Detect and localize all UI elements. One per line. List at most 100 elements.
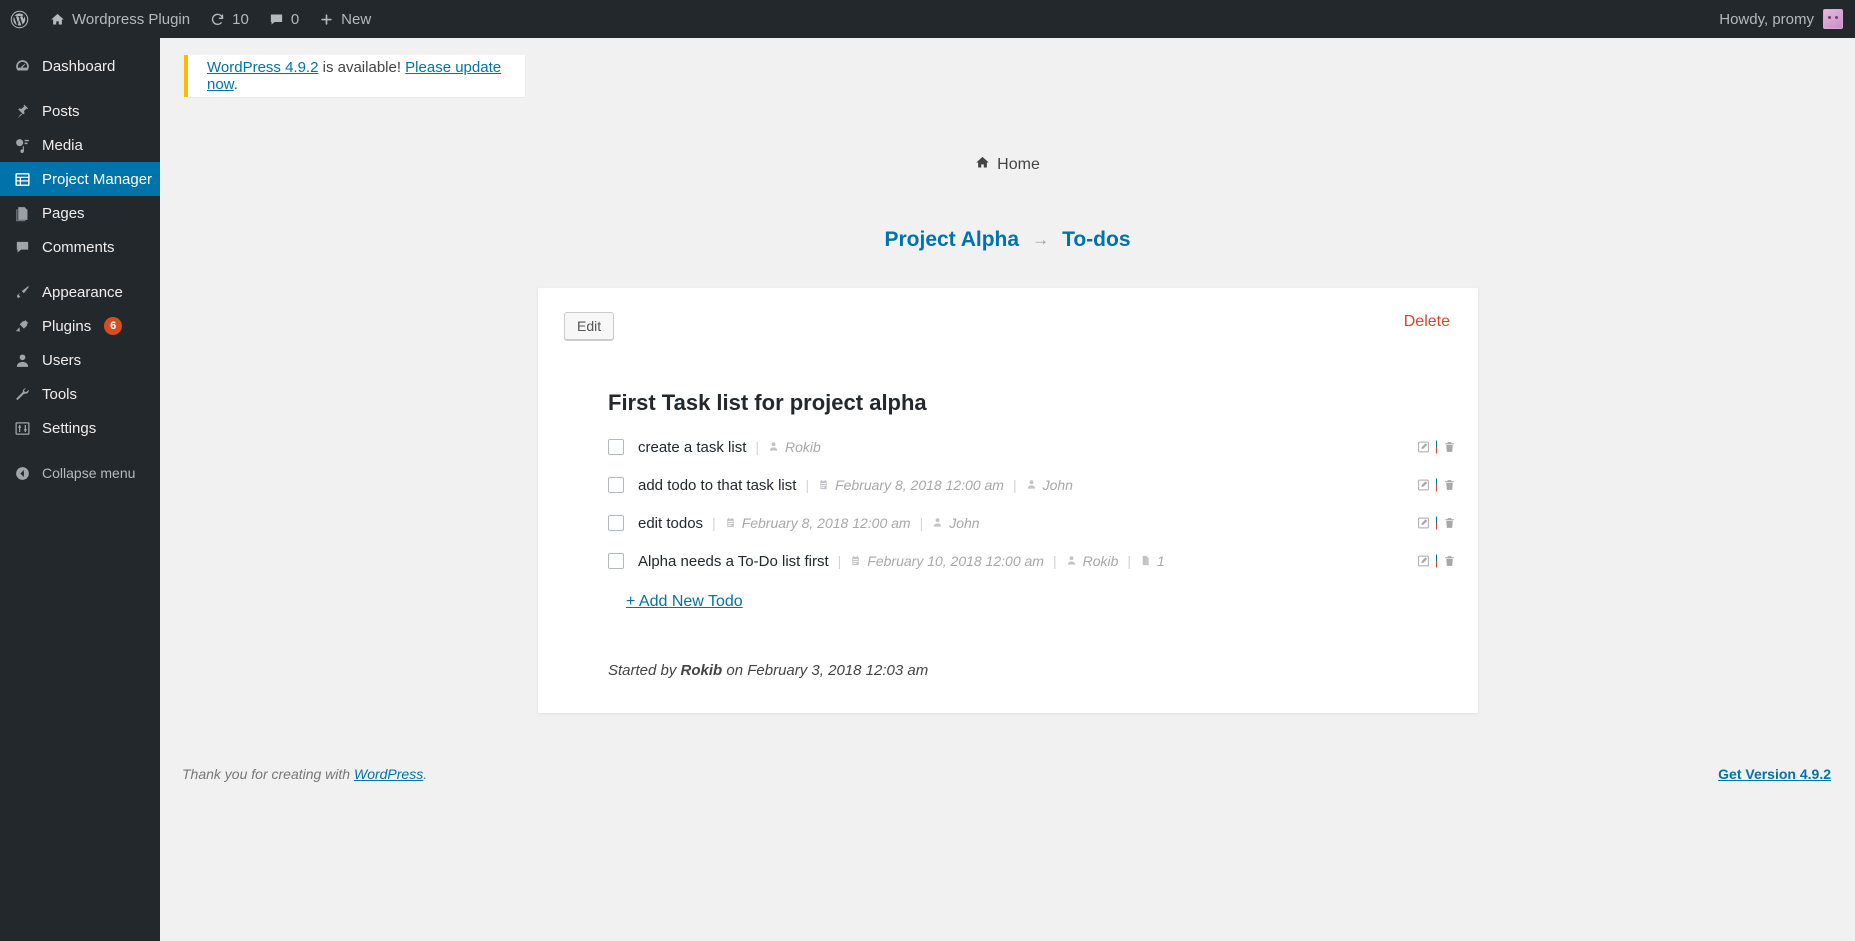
notice-middle-text: is available! [318,59,406,76]
breadcrumb-section-link[interactable]: To-dos [1062,228,1130,252]
meta-separator: | [755,439,760,455]
collapse-menu-button[interactable]: Collapse menu [0,456,160,490]
todo-title: Alpha needs a To-Do list first [638,552,829,570]
todo-title: edit todos [638,514,704,532]
howdy-label: Howdy, promy [1719,10,1814,28]
sidebar-item-pages[interactable]: Pages [0,196,160,230]
sidebar-item-plugins[interactable]: Plugins 6 [0,309,160,343]
todo-checkbox[interactable] [608,515,624,531]
breadcrumb-home-link[interactable]: Home [975,155,1040,175]
todo-row: create a task list | Rokib [538,428,1478,466]
trash-icon[interactable] [1443,441,1456,454]
sidebar-item-project-manager[interactable]: Project Manager [0,162,160,196]
new-label: New [341,10,372,28]
todo-assignee: John [1026,477,1073,493]
sidebar-item-label: Comments [42,238,115,256]
comment-icon [12,239,32,256]
media-icon [12,137,32,154]
todo-date-text: February 8, 2018 12:00 am [741,515,911,531]
howdy-account-button[interactable]: Howdy, promy [1710,0,1814,38]
todo-assignee: Rokib [1066,553,1118,569]
task-list-title: First Task list for project alpha [608,390,927,415]
pencil-edit-icon[interactable] [1417,479,1430,492]
sidebar-item-label: Dashboard [42,57,116,75]
update-notice: WordPress 4.9.2 is available! Please upd… [184,55,525,97]
sidebar-item-label: Project Manager [42,170,153,188]
sidebar-item-users[interactable]: Users [0,343,160,377]
todo-checkbox[interactable] [608,553,624,569]
calendar-icon [818,477,829,493]
sidebar-item-dashboard[interactable]: Dashboard [0,49,160,83]
todo-date-text: February 10, 2018 12:00 am [867,553,1044,569]
edit-button[interactable]: Edit [564,312,615,340]
todo-row-actions [1417,516,1456,530]
trash-icon[interactable] [1443,479,1456,492]
updates-icon [210,12,225,27]
pencil-edit-icon[interactable] [1417,555,1430,568]
wordpress-link[interactable]: WordPress [354,766,423,782]
user-icon [12,352,32,369]
todo-assignee: Rokib [768,439,821,455]
comments-button[interactable]: 0 [259,0,309,38]
task-list-card: Edit Delete First Task list for project … [538,288,1478,713]
todo-row: Alpha needs a To-Do list first | Februar… [538,542,1478,580]
add-new-todo-link[interactable]: + Add New Todo [626,593,743,611]
pencil-edit-icon[interactable] [1417,441,1430,454]
sidebar-item-settings[interactable]: Settings [0,411,160,445]
sidebar-item-label: Pages [42,204,85,222]
comments-count: 0 [290,10,300,28]
pin-icon [12,103,32,120]
todo-list: create a task list | Rokib add todo to t… [538,428,1478,580]
collapse-arrow-icon [12,465,32,482]
new-content-button[interactable]: New [309,0,381,38]
todo-due-date: February 8, 2018 12:00 am [818,477,1004,493]
sidebar-item-media[interactable]: Media [0,128,160,162]
sidebar-item-label: Tools [42,385,78,403]
todo-title: create a task list [638,438,747,456]
site-name-button[interactable]: Wordpress Plugin [40,0,200,38]
started-suffix: on February 3, 2018 12:03 am [722,662,929,679]
pencil-edit-icon[interactable] [1417,517,1430,530]
todo-row-actions [1417,478,1456,492]
sliders-icon [12,420,32,437]
wp-logo-button[interactable] [0,0,40,38]
todo-checkbox[interactable] [608,477,624,493]
updates-button[interactable]: 10 [200,0,259,38]
avatar[interactable] [1823,9,1843,29]
todo-due-date: February 8, 2018 12:00 am [725,515,911,531]
todo-attachment-count: 1 [1140,553,1165,569]
sidebar-item-tools[interactable]: Tools [0,377,160,411]
sidebar-item-label: Media [42,136,83,154]
todo-assignee-name: Rokib [785,439,821,455]
sidebar-item-label: Posts [42,102,80,120]
sidebar-item-appearance[interactable]: Appearance [0,275,160,309]
breadcrumb-project-link[interactable]: Project Alpha [884,228,1019,252]
home-icon [975,155,990,175]
sidebar-item-comments[interactable]: Comments [0,230,160,264]
todo-assignee-name: John [1042,477,1073,493]
sidebar-item-posts[interactable]: Posts [0,94,160,128]
footer-thanks-prefix: Thank you for creating with [182,766,354,782]
action-separator [1436,516,1437,530]
todo-row-actions [1417,554,1456,568]
action-separator [1436,554,1437,568]
started-prefix: Started by [608,662,681,679]
todo-checkbox[interactable] [608,439,624,455]
trash-icon[interactable] [1443,555,1456,568]
todo-assignee: John [932,515,980,531]
meta-separator: | [805,477,810,493]
meta-separator: | [1012,477,1017,493]
trash-icon[interactable] [1443,517,1456,530]
plus-icon [319,12,334,27]
wordpress-version-link[interactable]: WordPress 4.9.2 [207,59,318,76]
pages-icon [12,205,32,222]
delete-link[interactable]: Delete [1404,313,1450,331]
breadcrumb-home-label: Home [997,156,1040,173]
updates-count: 10 [232,10,249,28]
user-icon [932,515,943,531]
admin-bar-right: Howdy, promy [1710,0,1855,38]
get-version-link[interactable]: Get Version 4.9.2 [1718,766,1831,782]
